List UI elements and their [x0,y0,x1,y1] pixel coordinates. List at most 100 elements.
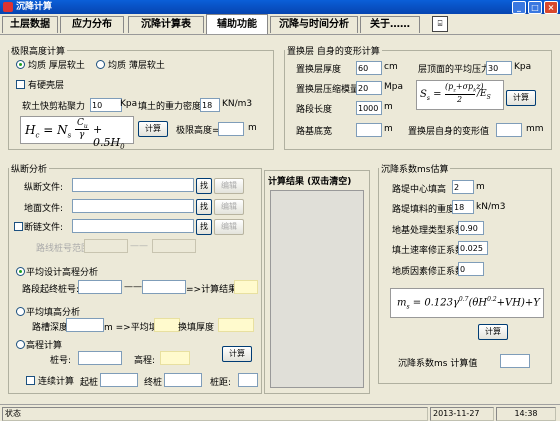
ms-result-input[interactable] [500,354,530,368]
avg-fill-label: 平均填高分析 [26,308,81,318]
ground-file-input[interactable] [72,199,194,213]
avg-pressure-input[interactable] [486,61,512,75]
result-listbox[interactable] [270,190,364,388]
close-button[interactable]: × [544,1,558,14]
avg-pressure-label: 层顶面的平均压力 [418,65,491,75]
radio-avg-fill[interactable] [16,307,25,316]
radio-avg-design[interactable] [16,267,25,276]
end-pile-input[interactable] [142,280,186,294]
geology-input[interactable] [458,262,484,276]
avg-fill-result[interactable] [154,318,180,332]
app-icon [3,2,13,12]
ground-file-edit-button[interactable]: 编辑 [214,199,244,215]
unit-weight-unit: kN/m3 [476,202,506,212]
center-fill-unit: m [476,182,485,192]
ms-calc-button[interactable]: 计算 [478,324,508,340]
status-date: 2013-11-27 [430,407,494,421]
break-file-browse-button[interactable]: 找 [196,219,212,235]
self-deform-label: 置换层自身的变形值 [408,127,490,137]
ground-file-browse-button[interactable]: 找 [196,199,212,215]
maximize-button[interactable]: □ [528,1,542,14]
start-pile-label: 起桩 [80,378,99,388]
tab-about[interactable]: 关于…… [360,16,420,33]
radio-thin-soft[interactable] [96,60,105,69]
geology-label: 地质因素修正系数 [392,267,465,277]
elev-calc-label: 高程计算 [26,341,63,351]
rate-label: 填土速率修正系数 [392,246,465,256]
long-file-input[interactable] [72,178,194,192]
self-deform-input[interactable] [496,123,522,137]
break-file-label: 断链文件: [24,223,64,233]
tab-stress[interactable]: 应力分布 [60,16,124,33]
hard-crust-label: 有硬壳层 [28,81,65,91]
break-file-input[interactable] [72,219,194,233]
base-width-label: 路基底宽 [296,127,333,137]
base-width-input[interactable] [356,123,382,137]
thickness-input[interactable] [356,61,382,75]
minimize-button[interactable]: _ [512,1,526,14]
break-file-edit-button[interactable]: 编辑 [214,219,244,235]
tab-bar: 土层数据 应力分布 沉降计算表 辅助功能 沉降与时间分析 关于…… ⌸ [0,14,560,35]
pile-no-label: 桩号: [50,356,72,366]
pile-dist-input[interactable] [238,373,258,387]
modulus-unit: Mpa [384,82,403,92]
tab-time-analysis[interactable]: 沉降与时间分析 [270,16,358,33]
tab-settlement-table[interactable]: 沉降计算表 [128,16,204,33]
tab-aux[interactable]: 辅助功能 [206,14,268,34]
long-file-edit-button[interactable]: 编辑 [214,178,244,194]
continuous-end-input[interactable] [164,373,202,387]
limit-height-result-unit: m [248,123,257,133]
crust-deform-title: 置换层 自身的变形计算 [287,47,380,57]
trench-depth-input[interactable] [66,318,104,332]
pile-no-input[interactable] [78,351,122,365]
ms-formula: ms = 0.123γ0.7(θH0.2+VH)+Y [390,288,544,318]
station-range-dash: —— [130,241,148,251]
radio-thick-label: 均质 厚层软土 [28,61,85,71]
limit-height-result[interactable] [218,122,244,136]
calculator-icon[interactable]: ⌸ [432,16,448,32]
hard-crust-checkbox[interactable] [16,80,25,89]
density-input[interactable] [200,98,220,112]
slope-input[interactable] [356,101,382,115]
elev-result[interactable] [160,351,190,365]
to-result-label: =>计算结果 [186,285,238,295]
elev-label: 高程: [134,356,156,366]
density-label: 填土的重力密度 [138,102,202,112]
continuous-start-input[interactable] [100,373,138,387]
break-file-checkbox[interactable] [14,222,23,231]
base-width-unit: m [384,124,393,134]
unit-weight-label: 路堤填料的重度 [392,205,456,215]
limit-height-title: 极限高度计算 [11,47,66,57]
long-file-label: 纵断文件: [24,183,64,193]
result-panel-title: 计算结果 (双击清空) [268,177,352,187]
start-end-label: 路段起终桩号: [22,285,80,295]
slope-unit: m [384,102,393,112]
modulus-input[interactable] [356,81,382,95]
slope-label: 路段长度 [296,105,333,115]
station-start-input[interactable] [84,239,128,253]
station-end-input[interactable] [152,239,196,253]
radio-thick-soft[interactable] [16,60,25,69]
long-file-browse-button[interactable]: 找 [196,178,212,194]
treatment-input[interactable] [458,221,484,235]
crust-calc-button[interactable]: 计算 [506,90,536,106]
avg-design-result[interactable] [234,280,258,294]
radio-thin-label: 均质 薄层软土 [108,61,165,71]
tab-soil-data[interactable]: 土层数据 [2,16,58,33]
center-fill-input[interactable] [452,180,474,194]
limit-height-calc-button[interactable]: 计算 [138,121,168,137]
replace-thickness-result[interactable] [218,318,254,332]
density-unit: KN/m3 [222,99,253,109]
window-title: 沉降计算 [16,2,53,12]
end-pile-label: 终桩 [144,378,163,388]
cohesion-input[interactable] [90,98,122,112]
rate-input[interactable] [458,241,488,255]
elev-calc-button[interactable]: 计算 [222,346,252,362]
ground-file-label: 地面文件: [24,204,64,214]
continuous-checkbox[interactable] [26,376,35,385]
unit-weight-input[interactable] [452,200,474,214]
start-pile-input[interactable] [78,280,122,294]
status-time: 14:38 [496,407,556,421]
self-deform-unit: mm [526,124,544,134]
radio-elev[interactable] [16,340,25,349]
